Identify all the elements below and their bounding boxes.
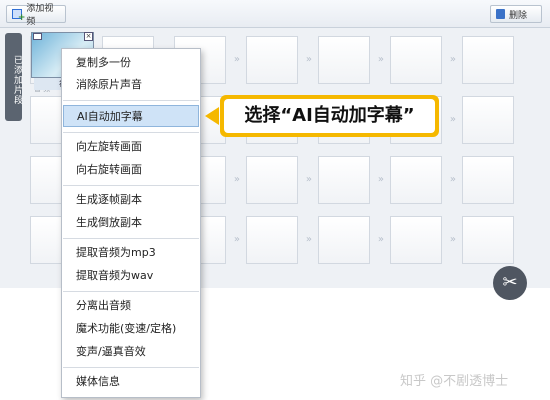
- menu-item-media-info[interactable]: 媒体信息: [63, 371, 199, 393]
- menu-item-ai-subtitles[interactable]: AI自动加字幕: [63, 105, 199, 127]
- clip-slot[interactable]: »: [318, 36, 384, 84]
- callout-box: 选择“AI自动加字幕”: [220, 95, 439, 137]
- arrow-icon: »: [305, 54, 312, 65]
- clip-slot[interactable]: »: [246, 216, 312, 264]
- close-icon[interactable]: ×: [84, 32, 93, 41]
- arrow-icon: »: [449, 114, 456, 125]
- menu-item-extract-mp3[interactable]: 提取音频为mp3: [63, 242, 199, 264]
- top-toolbar: 添加视频 删除: [0, 0, 550, 28]
- menu-item-mute-original[interactable]: 消除原片声音: [63, 74, 199, 96]
- clip-slot[interactable]: [462, 96, 514, 144]
- add-video-button[interactable]: 添加视频: [6, 4, 66, 27]
- arrow-icon: »: [449, 234, 456, 245]
- arrow-icon: »: [305, 234, 312, 245]
- clip-slot[interactable]: »: [390, 216, 456, 264]
- clip-slot[interactable]: »: [318, 216, 384, 264]
- arrow-icon: »: [377, 174, 384, 185]
- callout-arrow: [205, 107, 219, 125]
- arrow-icon: »: [377, 234, 384, 245]
- menu-separator: [63, 367, 199, 368]
- clip-slot[interactable]: [462, 36, 514, 84]
- arrow-icon: »: [449, 54, 456, 65]
- menu-item-voice-effects[interactable]: 变声/逼真音效: [63, 341, 199, 363]
- menu-item-frame-copy[interactable]: 生成逐帧副本: [63, 189, 199, 211]
- arrow-icon: »: [233, 234, 240, 245]
- menu-separator: [63, 291, 199, 292]
- menu-separator: [63, 185, 199, 186]
- added-clips-tab[interactable]: 已添加片段: [5, 33, 22, 121]
- clip-slot[interactable]: »: [246, 156, 312, 204]
- arrow-icon: »: [305, 174, 312, 185]
- menu-separator: [63, 132, 199, 133]
- clip-slot[interactable]: »: [318, 156, 384, 204]
- add-video-label: 添加视频: [26, 4, 54, 27]
- trash-icon: [496, 9, 505, 19]
- menu-item-rotate-left[interactable]: 向左旋转画面: [63, 136, 199, 158]
- menu-separator: [63, 100, 199, 101]
- menu-item-rotate-right[interactable]: 向右旋转画面: [63, 159, 199, 181]
- clip-menu-icon[interactable]: [33, 33, 42, 40]
- delete-label: 删除: [509, 10, 528, 21]
- watermark: 知乎 @不剧透博士: [400, 374, 509, 389]
- arrow-icon: »: [233, 54, 240, 65]
- clip-slot[interactable]: [462, 216, 514, 264]
- menu-item-separate-audio[interactable]: 分离出音频: [63, 295, 199, 317]
- callout-text: 选择“AI自动加字幕”: [224, 99, 435, 133]
- scissor-icon[interactable]: ✂: [493, 266, 527, 300]
- clip-slot[interactable]: »: [390, 36, 456, 84]
- arrow-icon: »: [449, 174, 456, 185]
- arrow-icon: »: [233, 174, 240, 185]
- add-video-icon: [12, 9, 26, 23]
- clip-slot[interactable]: [462, 156, 514, 204]
- clip-slot[interactable]: »: [246, 36, 312, 84]
- menu-item-reverse-copy[interactable]: 生成倒放副本: [63, 212, 199, 234]
- arrow-icon: »: [377, 54, 384, 65]
- context-menu: 复制多一份 消除原片声音 AI自动加字幕 向左旋转画面 向右旋转画面 生成逐帧副…: [61, 48, 201, 398]
- delete-button[interactable]: 删除: [490, 5, 542, 23]
- menu-item-extract-wav[interactable]: 提取音频为wav: [63, 265, 199, 287]
- menu-separator: [63, 238, 199, 239]
- menu-item-magic[interactable]: 魔术功能(变速/定格): [63, 318, 199, 340]
- menu-item-duplicate[interactable]: 复制多一份: [63, 52, 199, 74]
- clip-slot[interactable]: »: [390, 156, 456, 204]
